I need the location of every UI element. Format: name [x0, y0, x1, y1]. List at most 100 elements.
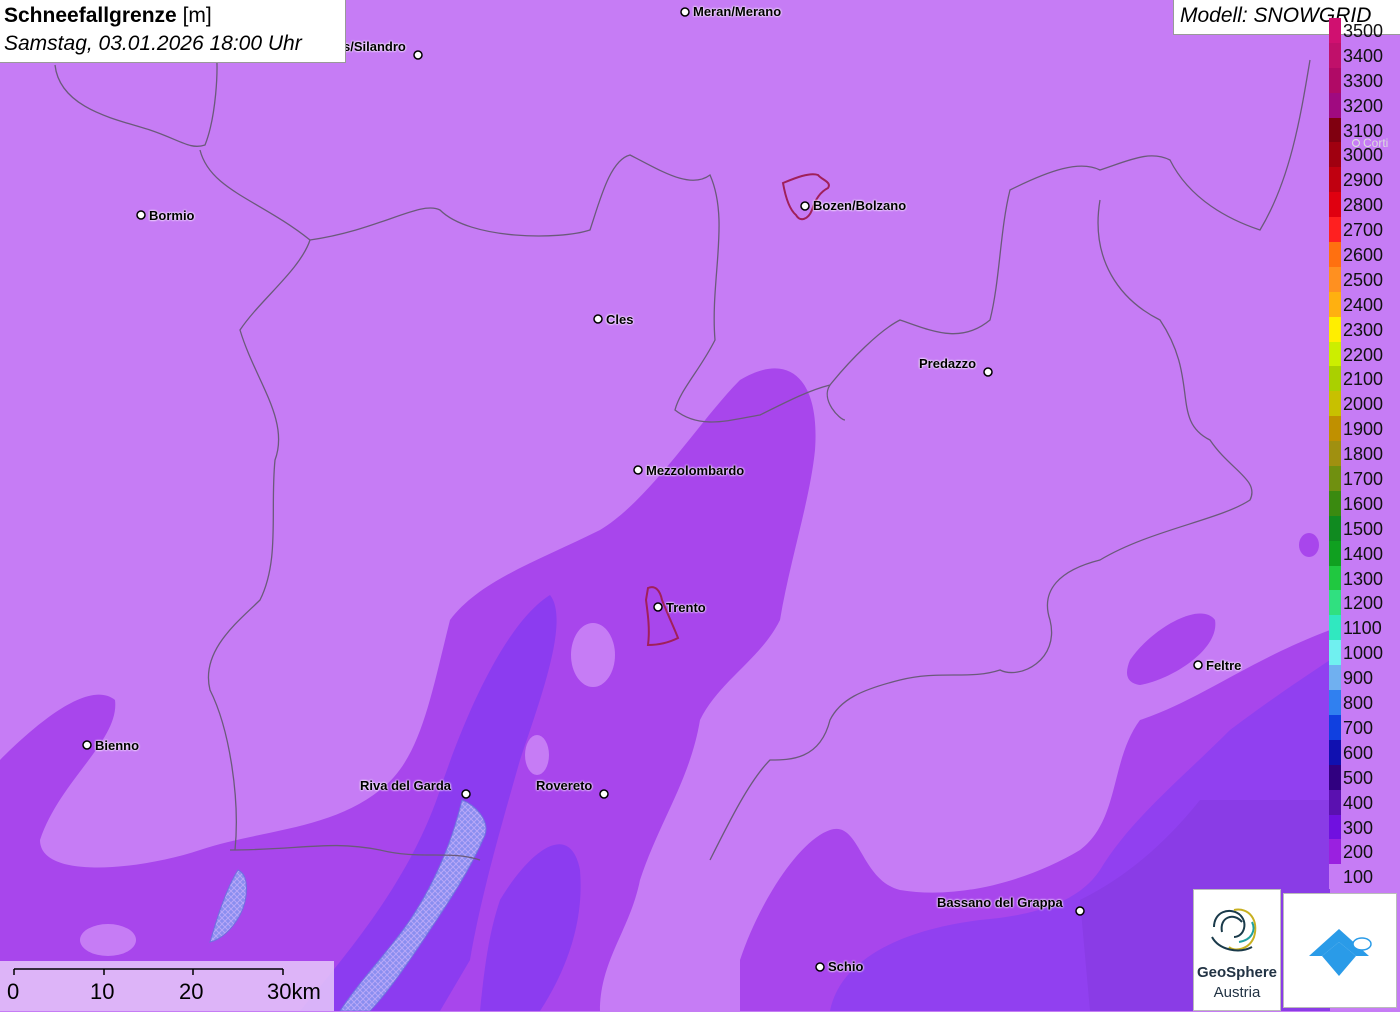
legend-swatch: [1329, 192, 1341, 218]
scale-label-10: 10: [90, 979, 115, 1004]
legend-row: 2900: [1329, 167, 1400, 193]
legend-row: 1300: [1329, 565, 1400, 591]
legend-row: 1900: [1329, 416, 1400, 442]
legend-row: 1100: [1329, 615, 1400, 641]
light-patch: [571, 623, 615, 687]
legend-row: 2300: [1329, 316, 1400, 342]
legend-label: 2000: [1343, 394, 1384, 415]
legend-label: 2500: [1343, 269, 1384, 290]
legend-label: 1600: [1343, 493, 1384, 514]
legend-row: 200: [1329, 839, 1400, 865]
geosphere-emblem-icon: [1211, 908, 1257, 952]
light-patch: [525, 735, 549, 775]
scale-label-20: 20: [179, 979, 204, 1004]
legend-row: 2100: [1329, 366, 1400, 392]
legend-swatch: [1329, 366, 1341, 392]
legend-row: 1700: [1329, 466, 1400, 491]
legend-row: 600: [1329, 739, 1400, 765]
legend-swatch: [1329, 590, 1341, 616]
legend-swatch: [1329, 690, 1341, 715]
city-label-feltre: Feltre: [1206, 658, 1242, 673]
map-title: Schneefallgrenze [m]: [4, 2, 341, 30]
legend-swatch: [1329, 615, 1341, 641]
light-patch: [1299, 533, 1319, 557]
legend-label: 600: [1343, 742, 1374, 763]
color-legend: 3500 3400 3300 3200 3100 3000 2900 2800 2700 2600…: [1329, 18, 1400, 890]
legend-label: 200: [1343, 842, 1374, 863]
legend-row: 3300: [1329, 67, 1400, 93]
legend-row: 2500: [1329, 266, 1400, 292]
legend-label: 2800: [1343, 195, 1384, 216]
legend-swatch: [1329, 640, 1341, 666]
light-patch: [80, 924, 136, 956]
legend-row: 3400: [1329, 42, 1400, 68]
scale-label-30km: 30km: [267, 979, 321, 1004]
legend-swatch: [1329, 242, 1341, 267]
legend-row: 800: [1329, 690, 1400, 715]
legend-label: 3100: [1343, 120, 1384, 141]
legend-row: 100: [1329, 864, 1400, 890]
legend-swatch: [1329, 565, 1341, 591]
legend-label: 2700: [1343, 220, 1384, 241]
legend-label: 1800: [1343, 444, 1384, 465]
legend-row: 2200: [1329, 341, 1400, 367]
cloud-arrow-icon: [1309, 929, 1372, 976]
legend-row: 3200: [1329, 92, 1400, 118]
city-label-meran: Meran/Merano: [693, 4, 782, 19]
legend-row: 3100: [1329, 117, 1400, 143]
legend-label: 1200: [1343, 593, 1384, 614]
legend-swatch: [1329, 764, 1341, 790]
legend-swatch: [1329, 42, 1341, 68]
legend-label: 100: [1343, 867, 1374, 888]
city-label-bormio: Bormio: [149, 208, 195, 223]
legend-swatch: [1329, 217, 1341, 243]
legend-label: 1300: [1343, 568, 1384, 589]
legend-row: 2700: [1329, 217, 1400, 243]
title-unit: [m]: [182, 4, 212, 27]
legend-label: 3500: [1343, 21, 1384, 41]
legend-swatch: [1329, 316, 1341, 342]
legend-swatch: [1329, 341, 1341, 367]
legend-row: 1000: [1329, 640, 1400, 666]
legend-row: 2000: [1329, 391, 1400, 417]
legend-label: 500: [1343, 767, 1374, 788]
legend-label: 2300: [1343, 319, 1384, 340]
legend-row: 3000: [1329, 142, 1400, 168]
legend-row: 3500: [1329, 18, 1400, 43]
snowfall-map[interactable]: [0, 0, 1400, 1011]
app-logo[interactable]: [1283, 893, 1397, 1008]
legend-row: 700: [1329, 714, 1400, 740]
legend-swatch: [1329, 714, 1341, 740]
legend-row: 2400: [1329, 291, 1400, 317]
legend-swatch: [1329, 789, 1341, 815]
legend-swatch: [1329, 490, 1341, 516]
city-label-schio: Schio: [828, 959, 864, 974]
legend-swatch: [1329, 92, 1341, 118]
geosphere-logo[interactable]: GeoSphere Austria: [1193, 889, 1281, 1011]
legend-swatch: [1329, 142, 1341, 168]
legend-label: 700: [1343, 717, 1374, 738]
legend-row: 900: [1329, 665, 1400, 691]
map-title-box: Schneefallgrenze [m] Samstag, 03.01.2026…: [0, 0, 346, 63]
legend-swatch: [1329, 814, 1341, 840]
city-label-riva: Riva del Garda: [360, 778, 452, 793]
legend-swatch: [1329, 466, 1341, 491]
legend-row: 400: [1329, 789, 1400, 815]
legend-label: 1500: [1343, 518, 1384, 539]
legend-label: 1700: [1343, 469, 1384, 490]
city-label-cles: Cles: [606, 312, 634, 327]
legend-label: 2400: [1343, 294, 1384, 315]
legend-swatch: [1329, 416, 1341, 442]
legend-label: 1400: [1343, 543, 1384, 564]
legend-swatch: [1329, 391, 1341, 417]
legend-label: 300: [1343, 817, 1374, 838]
legend-label: 3200: [1343, 95, 1384, 116]
legend-label: 900: [1343, 668, 1374, 689]
legend-row: 2800: [1329, 192, 1400, 218]
legend-label: 1100: [1343, 618, 1382, 639]
legend-label: 800: [1343, 693, 1374, 714]
legend-swatch: [1329, 266, 1341, 292]
legend-label: 3000: [1343, 145, 1384, 166]
city-label-mezzolombardo: Mezzolombardo: [646, 463, 745, 478]
legend-swatch: [1329, 441, 1341, 467]
